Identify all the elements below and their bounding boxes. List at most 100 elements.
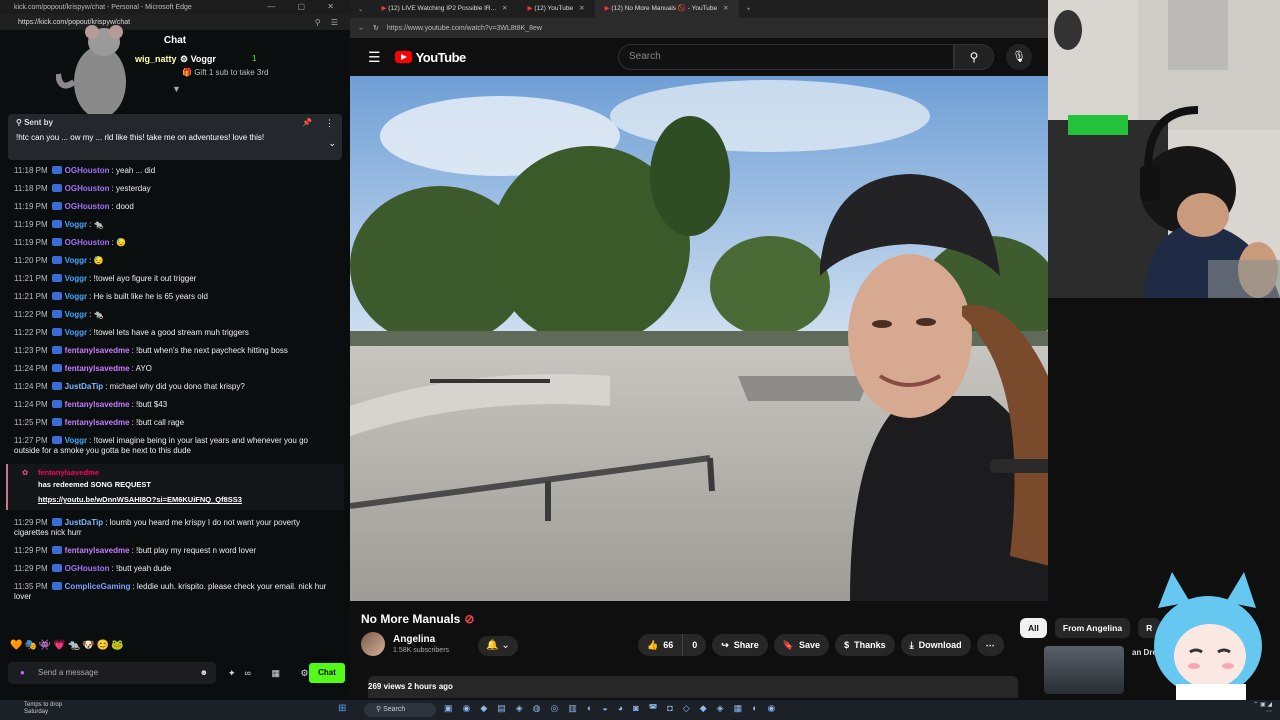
badge-icon — [51, 418, 62, 426]
hamburger-menu-icon[interactable]: ☰ — [368, 49, 381, 66]
send-chat-button[interactable]: Chat — [309, 663, 345, 683]
mic-icon[interactable]: ● — [20, 662, 25, 684]
chat-address-bar[interactable]: https://kick.com/popout/krispyw/chat ⚲ ☰ — [0, 14, 350, 30]
bookmark-icon: 🔖 — [782, 639, 795, 650]
more-actions-button[interactable]: ⋯ — [976, 634, 1004, 656]
message-username[interactable]: JustDaTip — [65, 382, 104, 391]
collapse-arrow-icon[interactable]: ▼ — [172, 84, 181, 94]
emote-bar[interactable]: 🧡🎭👾💗🐀🐶😊🐸 — [10, 640, 126, 651]
leaderboard-user-2[interactable]: ⚙ Voggr — [180, 54, 216, 65]
badge-icon — [51, 400, 62, 408]
thanks-button[interactable]: $ Thanks — [835, 634, 895, 656]
chip-from-angelina[interactable]: From Angelina — [1054, 618, 1131, 638]
message-username[interactable]: fentanylsavedme — [65, 546, 130, 555]
message-username[interactable]: Voggr — [65, 328, 88, 337]
tab-menu-icon[interactable]: ⌄ — [350, 5, 371, 13]
message-username[interactable]: Voggr — [65, 310, 88, 319]
badge-icon — [51, 436, 62, 444]
message-text: yeah ... did — [116, 166, 156, 175]
system-clock[interactable]: ⌃ ▣ ◢ ⋯ — [1253, 702, 1272, 716]
chat-message: 11:21 PM Voggr: !towel ayo figure it out … — [0, 270, 348, 288]
message-username[interactable]: Voggr — [65, 274, 88, 283]
youtube-address-bar[interactable]: ← ↻ https://www.youtube.com/watch?v=3WL8… — [350, 18, 1048, 38]
message-time: 11:24 PM — [14, 400, 48, 409]
chat-message: 11:22 PM Voggr: !towel lets have a good s… — [0, 324, 348, 342]
weather-widget[interactable]: Temps to drop Saturday — [24, 702, 62, 716]
message-username[interactable]: OGHouston — [65, 166, 110, 175]
channel-avatar[interactable] — [361, 632, 385, 656]
message-text: !butt yeah dude — [116, 564, 172, 573]
window-controls[interactable]: — ▢ ✕ — [267, 2, 344, 11]
message-username[interactable]: fentanylsavedme — [65, 400, 130, 409]
redeem-link[interactable]: https://youtu.be/wDnnWSAHI8O?si=EM6KUiFN… — [38, 495, 344, 504]
youtube-logo[interactable]: YouTube — [394, 50, 466, 65]
notification-bell-button[interactable]: 🔔 ⌄ — [478, 636, 518, 656]
voice-search-icon[interactable]: 🎙 — [1006, 44, 1032, 70]
gift-sub-prompt[interactable]: 🎁 Gift 1 sub to take 3rd — [182, 68, 268, 77]
description-box[interactable]: 269 views 2 hours ago — [368, 676, 1018, 698]
message-username[interactable]: Voggr — [65, 436, 88, 445]
message-time: 11:19 PM — [14, 220, 48, 229]
leaderboard-user-1[interactable]: wig_natty — [135, 54, 177, 64]
message-text: 🐀 — [93, 310, 104, 319]
taskbar-app-icons[interactable]: ▣◉◆▤◈◍◎▥◐◒◕◙◚◘◇◆◈▦◐◉ — [444, 703, 785, 714]
search-icon[interactable]: ⚲ — [954, 44, 994, 70]
windows-start-icon[interactable]: ⊞ — [338, 703, 346, 714]
message-username[interactable]: OGHouston — [65, 184, 110, 193]
message-text: He is built like he is 65 years old — [93, 292, 208, 301]
taskbar-search[interactable]: ⚲ Search — [364, 703, 436, 717]
like-button[interactable]: 👍 66 — [638, 634, 684, 656]
message-username[interactable]: Voggr — [65, 220, 88, 229]
message-time: 11:29 PM — [14, 518, 48, 527]
tab-close-icon[interactable]: ✕ — [502, 5, 507, 12]
badge-icon — [51, 518, 62, 526]
redeem-label: has redeemed SONG REQUEST — [38, 480, 151, 489]
refresh-icon[interactable]: ↻ — [373, 24, 379, 32]
redeem-user[interactable]: fentanylsavedme — [38, 468, 344, 477]
search-input[interactable]: Search — [618, 44, 954, 70]
save-button[interactable]: 🔖 Save — [773, 634, 830, 656]
address-bar-icons[interactable]: ⚲ ☰ — [315, 18, 342, 27]
message-username[interactable]: Voggr — [65, 256, 88, 265]
message-username[interactable]: OGHouston — [65, 564, 110, 573]
browser-tab[interactable]: ▶ (12) YouTube ✕ — [518, 0, 595, 18]
message-username[interactable]: fentanylsavedme — [65, 418, 130, 427]
message-username[interactable]: fentanylsavedme — [65, 364, 130, 373]
more-options-icon[interactable]: ⋮ — [325, 118, 334, 129]
new-tab-icon[interactable]: + — [739, 6, 759, 13]
download-icon: ⤓ — [909, 639, 914, 650]
browser-tab[interactable]: ▶ (12) LIVE Watching IP2 Possible IR... ✕ — [371, 0, 517, 18]
chat-message-input[interactable]: ● Send a message ☻ — [8, 662, 216, 684]
video-player[interactable] — [350, 76, 1048, 601]
badge-icon — [51, 310, 62, 318]
chip-all[interactable]: All — [1020, 618, 1047, 638]
share-button[interactable]: ↪ Share — [712, 634, 768, 656]
chevron-down-icon[interactable]: ⌄ — [328, 138, 336, 149]
message-username[interactable]: Voggr — [65, 292, 88, 301]
dislike-button[interactable]: 0 — [683, 634, 707, 656]
pin-icon[interactable]: 📌 — [302, 118, 312, 127]
chat-message: 11:29 PM JustDaTip: loumb you heard me kr… — [0, 514, 348, 542]
recommended-thumbnail[interactable] — [1044, 646, 1124, 694]
channel-info[interactable]: Angelina 1.58K subscribers — [361, 632, 449, 656]
message-time: 11:27 PM — [14, 436, 48, 445]
message-username[interactable]: OGHouston — [65, 238, 110, 247]
channel-name[interactable]: Angelina — [393, 634, 449, 645]
message-username[interactable]: JustDaTip — [65, 518, 104, 527]
browser-tab[interactable]: ▶ (12) No More Manuals 🚫 - YouTube ✕ — [594, 0, 739, 18]
chat-message: 11:18 PM OGHouston: yeah ... did — [0, 162, 348, 180]
youtube-header: ☰ YouTube Search ⚲ 🎙 — [350, 38, 1048, 76]
back-icon[interactable]: ← — [358, 25, 365, 32]
chat-tool-icons[interactable]: ✦∞ ▦ ⚙ — [228, 668, 318, 679]
chat-message: 11:19 PM OGHouston: 😓 — [0, 234, 348, 252]
tab-close-icon[interactable]: ✕ — [723, 5, 728, 12]
tab-label: (12) No More Manuals 🚫 - YouTube — [611, 5, 718, 12]
chat-message: 11:24 PM fentanylsavedme: AYO — [0, 360, 348, 378]
download-button[interactable]: ⤓ Download — [900, 634, 971, 656]
message-username[interactable]: CompliceGaming — [65, 582, 131, 591]
tab-close-icon[interactable]: ✕ — [579, 5, 584, 12]
message-username[interactable]: OGHouston — [65, 202, 110, 211]
badge-icon — [51, 564, 62, 572]
emoji-icon[interactable]: ☻ — [200, 662, 208, 684]
message-username[interactable]: fentanylsavedme — [65, 346, 130, 355]
